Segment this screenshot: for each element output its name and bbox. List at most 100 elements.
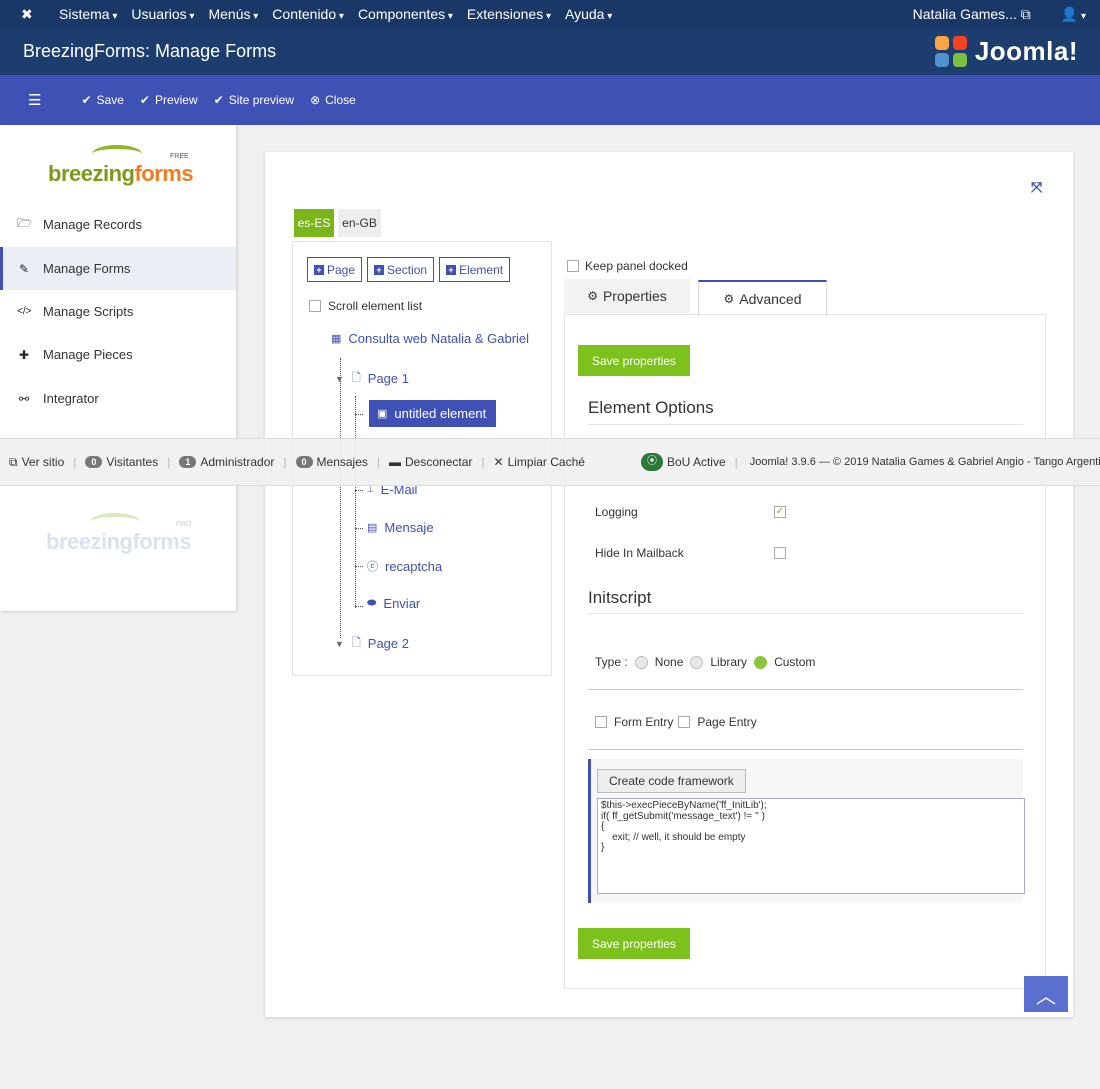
visitantes-status[interactable]: 0 Visitantes | (85, 455, 170, 469)
site-preview-button[interactable]: ✔ Site preview (214, 93, 294, 107)
tree-element-selected[interactable]: ▣ untitled element (369, 400, 497, 427)
advanced-panel: Save properties Element Options Logging … (564, 314, 1046, 989)
keep-docked-checkbox[interactable] (567, 260, 579, 272)
admin-badge: 1 (179, 456, 197, 468)
user-icon[interactable]: 👤 (1061, 6, 1086, 23)
preview-button[interactable]: ✔ Preview (140, 93, 198, 107)
lang-tab-en[interactable]: en-GB (338, 209, 381, 237)
tree-line (340, 358, 341, 638)
status-bar: ⧉ Ver sitio | 0 Visitantes | 1 Administrador |… (0, 438, 1100, 486)
tree-element-recaptcha[interactable]: ⓒ recaptcha (367, 558, 442, 574)
add-page-button[interactable]: + Page (307, 257, 363, 282)
close-icon: ⊗ (310, 93, 321, 107)
gear-icon: ⚙ (587, 289, 598, 303)
menu-sistema[interactable]: Sistema (59, 6, 117, 22)
tree-page-2[interactable]: ▼ 🗋 Page 2 (335, 634, 409, 653)
initscript-code-textarea[interactable]: $this->execPieceByName('ff_InitLib'); if… (597, 798, 1025, 894)
element-icon: ▣ (377, 408, 388, 420)
menu-componentes[interactable]: Componentes (358, 6, 453, 22)
save-properties-button-bottom[interactable]: Save properties (578, 928, 690, 959)
form-name: Consulta web Natalia & Gabriel (348, 331, 530, 346)
bou-status[interactable]: ⦿ BoU Active | (640, 453, 738, 471)
sidebar-item-manage-forms[interactable]: ✎ Manage Forms (0, 247, 236, 290)
desconectar-link[interactable]: ▬ Desconectar | (389, 455, 485, 469)
site-link[interactable]: Natalia Games... ⧉ (913, 6, 1031, 23)
lang-tab-es[interactable]: es-ES (294, 209, 334, 237)
recaptcha-label: recaptcha (385, 558, 443, 574)
title-bar: BreezingForms: Manage Forms Joomla! (0, 28, 1100, 75)
radio-custom-label: Custom (774, 655, 816, 669)
logo-text-forms: forms (134, 161, 194, 186)
check-icon: ✔ (213, 93, 224, 107)
ver-sitio-link[interactable]: ⧉ Ver sitio | (9, 455, 76, 470)
keep-panel-docked[interactable]: Keep panel docked (567, 259, 688, 273)
admin-status[interactable]: 1 Administrador | (179, 455, 287, 469)
breezingforms-pro-logo[interactable]: breezingforms PRO (46, 513, 196, 558)
fullscreen-icon[interactable]: ⤧ (1031, 179, 1042, 196)
menu-toggle-icon[interactable]: ☰ (28, 91, 41, 109)
create-code-framework-button[interactable]: Create code framework (597, 769, 746, 793)
entry-options: Form Entry Page Entry (595, 715, 757, 729)
selected-element-label: untitled element (394, 406, 487, 421)
page-entry-checkbox[interactable] (678, 716, 691, 728)
joomla-menu-icon[interactable]: ✖ (21, 6, 41, 23)
sidebar-item-integrator[interactable]: ⚯ Integrator (0, 377, 236, 420)
sidebar-item-label: Manage Forms (43, 261, 131, 276)
form-entry-checkbox[interactable] (595, 716, 607, 728)
form-icon: ▦ (331, 333, 342, 345)
tree-form-node[interactable]: ▦ Consulta web Natalia & Gabriel (331, 331, 529, 346)
close-label: Close (325, 93, 356, 107)
sidebar-item-manage-pieces[interactable]: ✚ Manage Pieces (0, 333, 236, 376)
limpiar-label: Limpiar Caché (507, 455, 585, 469)
menu-extensiones[interactable]: Extensiones (467, 6, 551, 22)
save-button[interactable]: ✔ Save (81, 93, 123, 107)
user-area: Natalia Games... ⧉ 👤 (913, 6, 1086, 23)
plus-icon: + (446, 264, 457, 275)
scroll-to-top-button[interactable]: ︿ (1024, 976, 1068, 1012)
textarea-icon: ▤ (367, 522, 378, 534)
page-entry-label: Page Entry (697, 715, 757, 729)
joomla-wordmark: Joomla! (974, 36, 1078, 66)
tab-properties-label: Properties (602, 288, 667, 304)
divider (588, 613, 1023, 614)
tree-element-mensaje[interactable]: ▤ Mensaje (367, 520, 434, 535)
element-options-heading: Element Options (588, 398, 714, 417)
folder-open-icon: 🗁 (17, 216, 32, 230)
tree-branch (355, 528, 363, 529)
close-button[interactable]: ⊗ Close (310, 93, 356, 107)
desconectar-label: Desconectar (405, 455, 473, 469)
radio-library[interactable] (690, 655, 704, 669)
menu-contenido[interactable]: Contenido (272, 6, 344, 22)
free-badge: FREE (170, 153, 189, 160)
sidebar-item-manage-scripts[interactable]: </> Manage Scripts (0, 290, 236, 333)
edit-icon: ✎ (18, 261, 30, 276)
tree-element-enviar[interactable]: ⬬ Enviar (367, 596, 420, 611)
visitantes-label: Visitantes (106, 455, 159, 469)
bou-icon: ⦿ (640, 453, 663, 471)
menu-menus[interactable]: Menús (208, 6, 258, 22)
keep-docked-label: Keep panel docked (585, 259, 688, 273)
add-element-label: Element (459, 262, 504, 277)
menu-ayuda[interactable]: Ayuda (565, 6, 612, 22)
limpiar-cache-link[interactable]: ✕ Limpiar Caché (494, 455, 585, 469)
add-element-button[interactable]: + Element (439, 257, 511, 282)
sidebar-item-manage-records[interactable]: 🗁 Manage Records (0, 203, 236, 246)
tree-page-1[interactable]: ▼ 🗋 Page 1 (335, 369, 409, 388)
captcha-icon: ⓒ (367, 561, 378, 573)
divider (588, 689, 1023, 690)
scroll-element-list[interactable]: Scroll element list (309, 299, 422, 313)
button-icon: ⬬ (367, 597, 377, 609)
mensajes-status[interactable]: 0 Mensajes | (295, 455, 380, 469)
hide-mailback-checkbox[interactable] (774, 547, 786, 559)
save-properties-button[interactable]: Save properties (578, 345, 690, 376)
radio-custom[interactable] (754, 655, 768, 669)
top-menu-bar: ✖ Sistema Usuarios Menús Contenido Compo… (0, 0, 1100, 28)
scroll-list-checkbox[interactable] (309, 300, 321, 312)
tab-advanced[interactable]: ⚙ Advanced (698, 280, 827, 316)
radio-none[interactable] (634, 655, 648, 669)
menu-usuarios[interactable]: Usuarios (131, 6, 194, 22)
add-section-button[interactable]: + Section (367, 257, 435, 282)
logging-checkbox[interactable]: ✓ (774, 506, 786, 518)
type-label: Type : (595, 655, 628, 669)
tab-properties[interactable]: ⚙ Properties (564, 279, 690, 313)
